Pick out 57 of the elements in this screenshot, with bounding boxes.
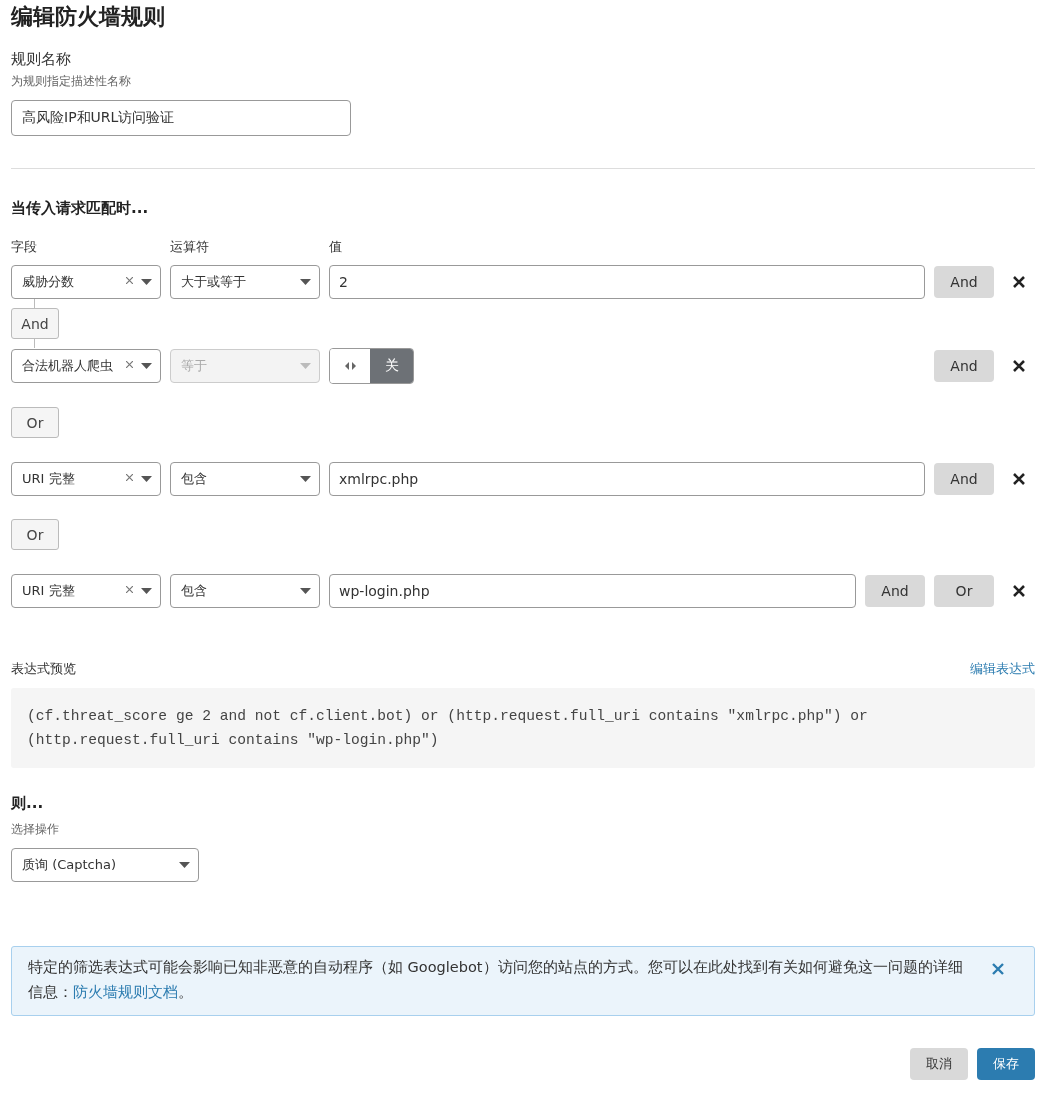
clear-icon[interactable]: [126, 586, 133, 593]
alert-message: 特定的筛选表达式可能会影响已知非恶意的自动程序（如 Googlebot）访问您的站点的方式。您可以在此处找到有关如何避免这一问题的详细信息：防火墙规则文档。: [28, 958, 964, 1002]
caret-icon: [141, 588, 152, 594]
edit-expression-link[interactable]: 编辑表达式: [970, 660, 1035, 678]
value-input[interactable]: xmlrpc.php: [329, 462, 925, 496]
value-input[interactable]: wp-login.php: [329, 574, 856, 608]
close-icon: [1013, 473, 1025, 485]
logic-button[interactable]: Or: [934, 575, 994, 607]
action-select[interactable]: 质询 (Captcha): [11, 848, 199, 882]
caret-icon: [300, 279, 311, 285]
operator-select[interactable]: 大于或等于: [170, 265, 320, 299]
column-header: 运算符: [170, 238, 210, 256]
docs-link[interactable]: 防火墙规则文档: [73, 984, 178, 1000]
field-label: 规则名称: [11, 50, 72, 69]
operator-select[interactable]: 包含: [170, 462, 320, 496]
field-hint: 选择操作: [11, 821, 60, 838]
close-icon: [1013, 585, 1025, 597]
field-select[interactable]: 威胁分数: [11, 265, 161, 299]
clear-icon[interactable]: [126, 277, 133, 284]
or-button[interactable]: Or: [11, 407, 59, 438]
field-select[interactable]: URI 完整: [11, 574, 161, 608]
clear-icon[interactable]: [126, 361, 133, 368]
column-header: 值: [329, 238, 343, 256]
caret-icon: [179, 862, 190, 868]
field-hint: 为规则指定描述性名称: [11, 73, 132, 90]
caret-icon: [141, 279, 152, 285]
logic-button[interactable]: And: [934, 350, 994, 382]
rule-name-input[interactable]: 高风险IP和URL访问验证: [11, 100, 351, 136]
expression-label: 表达式预览: [11, 660, 76, 678]
field-select[interactable]: URI 完整: [11, 462, 161, 496]
logic-button[interactable]: And: [934, 463, 994, 495]
column-header: 字段: [11, 238, 38, 256]
or-button[interactable]: Or: [11, 519, 59, 550]
page-title: 编辑防火墙规则: [11, 3, 166, 31]
toggle-arrows-icon: [344, 362, 356, 370]
close-icon: [1013, 276, 1025, 288]
caret-icon: [300, 476, 311, 482]
section-heading: 则...: [11, 794, 45, 813]
caret-icon: [300, 363, 311, 369]
section-heading: 当传入请求匹配时...: [11, 199, 150, 218]
field-select[interactable]: 合法机器人爬虫: [11, 349, 161, 383]
caret-icon: [300, 588, 311, 594]
operator-select[interactable]: 包含: [170, 574, 320, 608]
clear-icon[interactable]: [126, 474, 133, 481]
value-toggle[interactable]: 关: [329, 348, 414, 384]
cancel-button[interactable]: 取消: [910, 1048, 968, 1080]
value-input[interactable]: 2: [329, 265, 925, 299]
logic-button[interactable]: And: [934, 266, 994, 298]
caret-icon: [141, 476, 152, 482]
close-icon: [1013, 360, 1025, 372]
and-button[interactable]: And: [11, 308, 59, 339]
close-icon: [992, 963, 1004, 975]
caret-icon: [141, 363, 152, 369]
save-button[interactable]: 保存: [977, 1048, 1035, 1080]
logic-button[interactable]: And: [865, 575, 925, 607]
toggle-label: 关: [370, 349, 413, 383]
expression-preview: (cf.threat_score ge 2 and not cf.client.bot) or (http.request.full_uri contains "xmlrpc.php") or (http.request.full_uri contains "wp-login.php"): [11, 688, 1035, 768]
